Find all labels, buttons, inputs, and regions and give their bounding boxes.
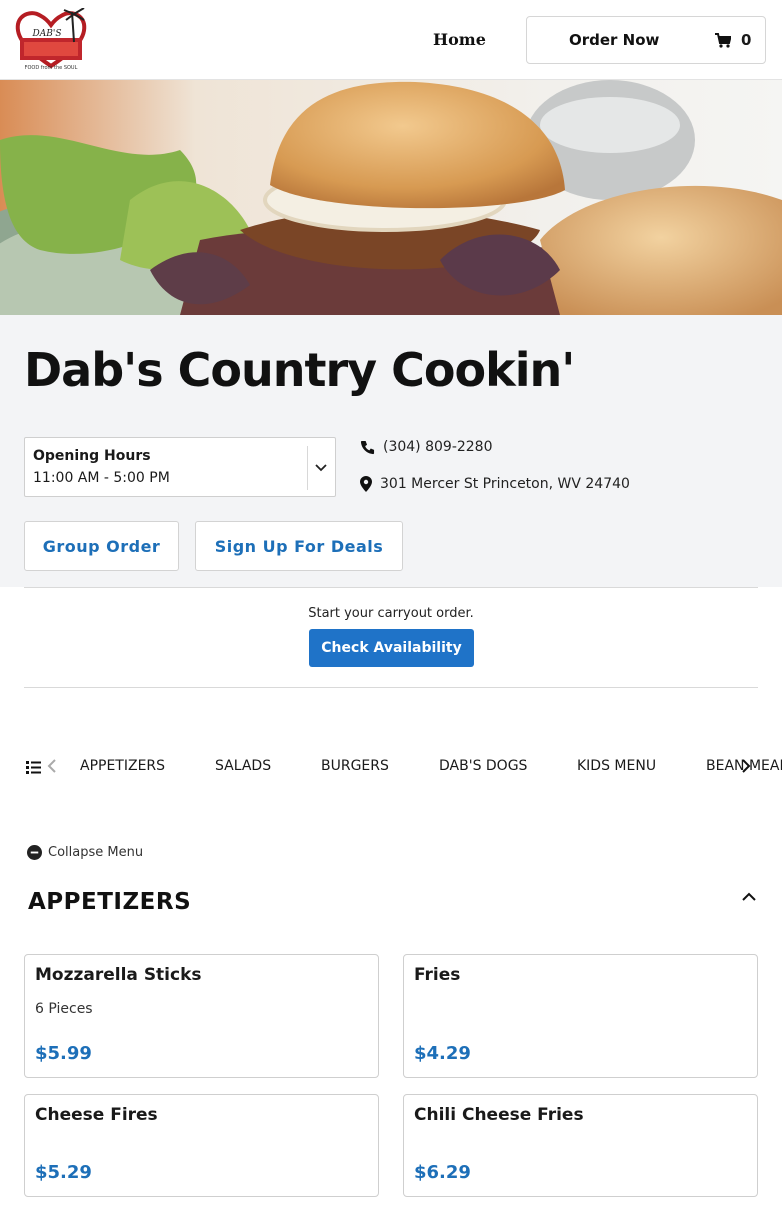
phone-number: (304) 809-2280 xyxy=(383,439,493,455)
chevron-left-icon[interactable] xyxy=(47,758,57,778)
address-text: 301 Mercer St Princeton, WV 24740 xyxy=(380,476,630,492)
chevron-right-icon[interactable] xyxy=(741,758,751,778)
item-name: Cheese Fires xyxy=(35,1105,158,1125)
category-burgers[interactable]: BURGERS xyxy=(321,758,389,774)
order-now-button[interactable]: Order Now 0 xyxy=(526,16,766,64)
item-price: $5.99 xyxy=(35,1043,92,1064)
menu-item-card[interactable]: Cheese Fires $5.29 xyxy=(24,1094,379,1197)
carryout-prompt: Start your carryout order. xyxy=(308,606,474,621)
menu-item-card[interactable]: Fries $4.29 xyxy=(403,954,758,1078)
menu-item-card[interactable]: Mozzarella Sticks 6 Pieces $5.99 xyxy=(24,954,379,1078)
item-name: Chili Cheese Fries xyxy=(414,1105,584,1125)
restaurant-logo[interactable]: DAB'S FOOD from the SOUL xyxy=(14,7,88,72)
restaurant-name: Dab's Country Cookin' xyxy=(24,343,575,397)
group-order-button[interactable]: Group Order xyxy=(24,521,179,571)
cart-icon xyxy=(715,32,731,48)
phone-icon xyxy=(360,440,375,454)
nav-home-link[interactable]: Home xyxy=(433,30,486,49)
sign-up-deals-button[interactable]: Sign Up For Deals xyxy=(195,521,403,571)
category-salads[interactable]: SALADS xyxy=(215,758,271,774)
category-nav: APPETIZERS SALADS BURGERS DAB'S DOGS KID… xyxy=(0,748,782,784)
map-pin-icon xyxy=(360,476,372,492)
list-icon[interactable] xyxy=(26,759,41,778)
category-dabs-dogs[interactable]: DAB'S DOGS xyxy=(439,758,527,774)
divider xyxy=(24,587,758,588)
item-price: $6.29 xyxy=(414,1162,471,1183)
hero-food-image xyxy=(0,80,782,315)
collapse-menu-button[interactable]: Collapse Menu xyxy=(27,845,143,860)
collapse-menu-label: Collapse Menu xyxy=(48,845,144,860)
cart-count: 0 xyxy=(741,31,752,49)
item-price: $4.29 xyxy=(414,1043,471,1064)
category-kids-menu[interactable]: KIDS MENU xyxy=(577,758,656,774)
section-title-appetizers: APPETIZERS xyxy=(28,889,192,915)
address-link[interactable]: 301 Mercer St Princeton, WV 24740 xyxy=(360,476,630,492)
opening-hours-dropdown[interactable]: Opening Hours 11:00 AM - 5:00 PM xyxy=(24,437,336,497)
site-header: DAB'S FOOD from the SOUL Home Order Now … xyxy=(0,0,782,80)
menu-item-card[interactable]: Chili Cheese Fries $6.29 xyxy=(403,1094,758,1197)
restaurant-info-panel: Dab's Country Cookin' Opening Hours 11:0… xyxy=(0,315,782,587)
hours-label: Opening Hours xyxy=(33,448,151,464)
item-name: Fries xyxy=(414,965,461,985)
item-name: Mozzarella Sticks xyxy=(35,965,202,985)
dropdown-divider xyxy=(307,446,308,490)
item-price: $5.29 xyxy=(35,1162,92,1183)
logo-tagline: FOOD from the SOUL xyxy=(25,65,78,71)
hours-value: 11:00 AM - 5:00 PM xyxy=(33,470,170,486)
category-appetizers[interactable]: APPETIZERS xyxy=(80,758,165,774)
item-description: 6 Pieces xyxy=(35,1001,93,1017)
chevron-down-icon xyxy=(314,460,328,479)
order-now-label: Order Now xyxy=(569,31,660,49)
cart-button[interactable]: 0 xyxy=(715,31,751,49)
phone-link[interactable]: (304) 809-2280 xyxy=(360,439,493,455)
logo-wordmark: DAB'S xyxy=(32,29,62,39)
minus-circle-icon xyxy=(27,845,42,860)
divider xyxy=(24,687,758,688)
check-availability-button[interactable]: Check Availability xyxy=(309,629,474,667)
chevron-up-icon[interactable] xyxy=(741,889,757,908)
